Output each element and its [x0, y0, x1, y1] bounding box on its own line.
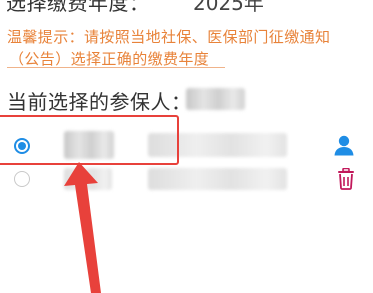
- current-insured-label: 当前选择的参保人：: [7, 90, 192, 114]
- year-select-row[interactable]: 选择缴费年度： 2025年: [0, 0, 373, 15]
- annotation-arrow-icon: [64, 162, 101, 293]
- warm-tip: 温馨提示：请按照当地社保、医保部门征缴通知 （公告）选择正确的缴费年度: [7, 26, 373, 70]
- person-icon[interactable]: [332, 133, 356, 157]
- tip-underline: [7, 67, 225, 68]
- insured-id-redacted-2: [148, 168, 287, 190]
- year-value[interactable]: 2025年: [193, 0, 264, 16]
- annotation-highlight-box: [0, 115, 179, 165]
- year-label: 选择缴费年度：: [6, 0, 150, 15]
- payment-page: 选择缴费年度： 2025年 温馨提示：请按照当地社保、医保部门征缴通知 （公告）…: [0, 0, 373, 293]
- current-insured-name-redacted: [186, 88, 245, 110]
- trash-icon[interactable]: [336, 168, 356, 190]
- tip-line-1: 温馨提示：请按照当地社保、医保部门征缴通知: [7, 28, 331, 46]
- insured-radio-2[interactable]: [14, 171, 30, 187]
